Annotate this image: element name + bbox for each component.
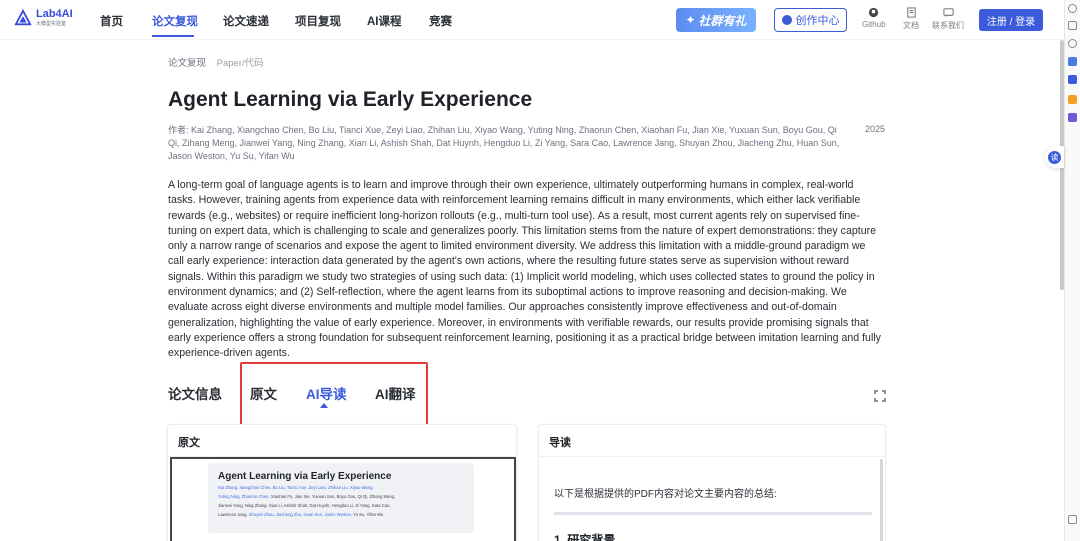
browser-sidebar — [1064, 0, 1080, 541]
star-icon[interactable] — [1068, 21, 1077, 30]
history-icon[interactable] — [1068, 39, 1077, 48]
github-label: Github — [862, 20, 886, 29]
pdf-authors-line-3: Jianwei Yang, Ning Zhang, Xian Li, Ashis… — [218, 503, 391, 508]
pdf-title: Agent Learning via Early Experience — [218, 471, 392, 482]
floating-read-button[interactable]: 读 — [1045, 146, 1064, 168]
extension-icon[interactable] — [1068, 113, 1077, 122]
register-login-button[interactable]: 注册 / 登录 — [979, 9, 1043, 31]
pdf-authors-line-2: Yuting Ning, Zhaorun Chen, Xiaohan Fu, J… — [218, 494, 396, 499]
read-icon: 读 — [1048, 150, 1061, 164]
bulb-icon — [781, 15, 792, 25]
docs-label: 文档 — [903, 21, 919, 30]
guide-section-heading: 1. 研究背景 — [554, 533, 616, 541]
nav-item-ai-course[interactable]: AI课程 — [367, 13, 402, 29]
logo-title: Lab4AI — [36, 8, 73, 20]
docs-link[interactable]: 文档 — [903, 7, 919, 31]
nav-item-home[interactable]: 首页 — [100, 13, 123, 29]
breadcrumb: 论文复现 Paper/代码 — [168, 55, 264, 69]
breadcrumb-root[interactable]: 论文复现 — [168, 58, 206, 69]
guide-divider — [554, 512, 872, 515]
creation-center-button[interactable]: 创作中心 — [774, 8, 847, 32]
guide-intro: 以下是根据提供的PDF内容对论文主要内容的总结: — [554, 489, 777, 500]
contact-link[interactable]: 联系我们 — [932, 7, 964, 31]
gift-icon: ✦ — [685, 13, 696, 27]
paper-title: Agent Learning via Early Experience — [168, 88, 533, 111]
original-panel: 原文 Agent Learning via Early Experience K… — [167, 424, 517, 541]
breadcrumb-current: Paper/代码 — [216, 58, 264, 69]
pdf-page-preview: Agent Learning via Early Experience Kai … — [208, 463, 474, 533]
nav-item-paper-express[interactable]: 论文速递 — [223, 13, 269, 29]
paper-year: 2025 — [865, 124, 886, 134]
original-panel-heading: 原文 — [168, 425, 516, 457]
game-icon[interactable] — [1068, 75, 1077, 84]
chat-icon — [942, 8, 954, 18]
paper-abstract: A long-term goal of language agents is t… — [168, 179, 881, 360]
creation-center-label: 创作中心 — [795, 15, 840, 27]
fullscreen-icon[interactable] — [874, 390, 886, 402]
settings-icon[interactable] — [1068, 515, 1077, 524]
logo[interactable]: Lab4AI 大模型实验室 — [14, 9, 73, 27]
pdf-authors-line-1: Kai Zhang, Xiangchao Chen, Bo Liu, Tianc… — [218, 485, 374, 490]
search-icon[interactable] — [1068, 4, 1077, 13]
github-icon — [869, 7, 879, 18]
nav-item-paper-reproduction[interactable]: 论文复现 — [152, 13, 198, 29]
guide-panel-heading: 导读 — [539, 425, 885, 457]
promo-banner[interactable]: ✦ 社群有礼 — [676, 8, 756, 32]
paper-authors: 作者: Kai Zhang, Xiangchao Chen, Bo Liu, T… — [168, 125, 840, 161]
nav-active-underline — [152, 35, 194, 37]
github-link[interactable]: Github — [862, 7, 886, 29]
top-navbar: Lab4AI 大模型实验室 首页 论文复现 论文速递 项目复现 AI课程 竞赛 … — [0, 0, 1064, 40]
toolbox-icon[interactable] — [1068, 95, 1077, 104]
ai-tool-icon[interactable] — [1068, 57, 1077, 66]
paper-info-label: 论文信息 — [168, 387, 222, 402]
guide-panel: 导读 以下是根据提供的PDF内容对论文主要内容的总结: 1. 研究背景 — [538, 424, 886, 541]
pdf-authors-line-4: Lawrence Jang, Shuyan Zhou, Jiacheng Zhu… — [218, 512, 384, 517]
logo-subtitle: 大模型实验室 — [36, 21, 67, 27]
highlight-box — [240, 362, 428, 426]
promo-label: 社群有礼 — [698, 13, 747, 28]
guide-scrollbar[interactable] — [880, 459, 883, 541]
document-icon — [906, 7, 916, 18]
nav-item-competition[interactable]: 竞赛 — [429, 13, 452, 29]
contact-label: 联系我们 — [932, 21, 964, 30]
nav-item-project-reproduction[interactable]: 项目复现 — [295, 13, 341, 29]
logo-icon — [14, 9, 32, 26]
